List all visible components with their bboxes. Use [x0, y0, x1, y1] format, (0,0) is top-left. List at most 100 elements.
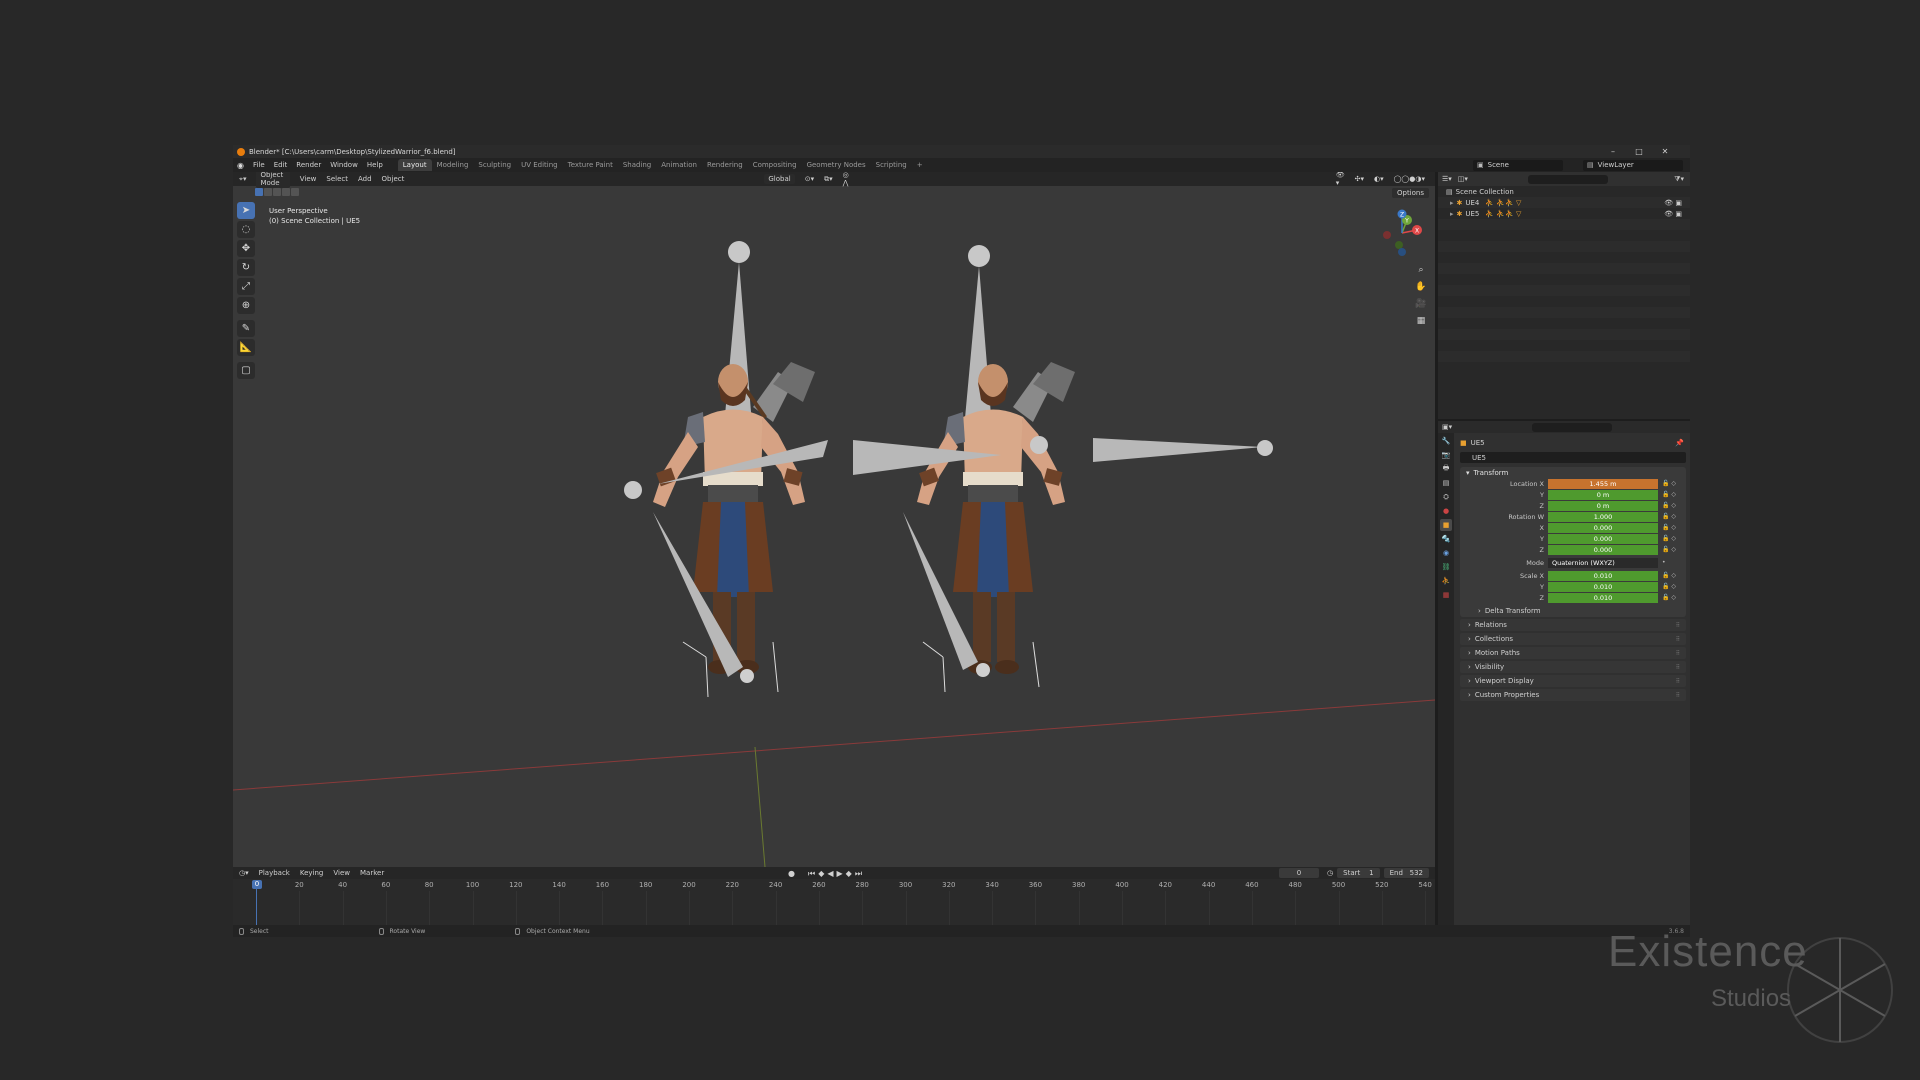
rotation-x-field[interactable]: 0.000 [1548, 522, 1658, 533]
scene-selector[interactable]: ▣ Scene [1473, 159, 1563, 171]
object-name-field[interactable]: UE5 [1460, 452, 1686, 463]
pan-hand-icon[interactable]: ✋ [1413, 279, 1429, 294]
measure-tool-icon[interactable]: 📐 [237, 339, 255, 356]
tab-scripting[interactable]: Scripting [871, 159, 912, 171]
scale-x-field[interactable]: 0.010 [1548, 570, 1658, 581]
tab-geometry-nodes[interactable]: Geometry Nodes [802, 159, 871, 171]
lock-keyframe-icon[interactable]: 🔓 ◇ [1662, 535, 1676, 542]
tab-texture-paint[interactable]: Texture Paint [563, 159, 618, 171]
annotate-tool-icon[interactable]: ✎ [237, 320, 255, 337]
location-y-field[interactable]: 0 m [1548, 489, 1658, 500]
add-cube-tool-icon[interactable]: ▢ [237, 362, 255, 379]
overlay-toggle-icon[interactable]: ◐▾ [1374, 175, 1384, 183]
drag-handle-icon[interactable]: ⠿ [1676, 636, 1680, 643]
tab-layout[interactable]: Layout [397, 159, 432, 171]
visibility-eye-icon[interactable]: 👁 ▣ [1664, 210, 1682, 218]
motion-paths-panel[interactable]: › Motion Paths ⠿ [1460, 647, 1686, 659]
play-reverse-icon[interactable]: ◀ [827, 869, 833, 879]
select-intersect-icon[interactable] [291, 188, 299, 196]
outliner-editor-icon[interactable]: ☰▾ [1442, 175, 1452, 183]
transform-orientation-dropdown[interactable]: Global [764, 174, 795, 184]
lock-keyframe-icon[interactable]: 🔓 ◇ [1662, 513, 1676, 520]
scale-tool-icon[interactable]: ⤢ [237, 278, 255, 295]
navigation-gizmo[interactable]: X Y Z [1377, 208, 1427, 258]
menu-marker[interactable]: Marker [360, 869, 384, 877]
scene-collection-row[interactable]: ▤ Scene Collection [1438, 186, 1690, 197]
physics-tab-icon[interactable]: ◉ [1440, 547, 1452, 559]
menu-view[interactable]: View [300, 175, 317, 183]
zoom-icon[interactable]: ⌕ [1413, 262, 1429, 277]
outliner-search-input[interactable] [1527, 174, 1608, 184]
record-icon[interactable]: ● [788, 869, 795, 879]
tab-shading[interactable]: Shading [618, 159, 656, 171]
visibility-icon[interactable]: 👁▾ [1336, 172, 1345, 187]
display-mode-icon[interactable]: ◫▾ [1458, 175, 1468, 183]
tab-rendering[interactable]: Rendering [702, 159, 748, 171]
lock-keyframe-icon[interactable]: 🔓 ◇ [1662, 572, 1676, 579]
frame-ruler[interactable]: 20 40 60 80 100 120 140 160 180 200 220 240 260 280 30… [233, 880, 1435, 925]
proportional-edit-icon[interactable]: ◎ ⋀ [843, 172, 851, 187]
modifier-tab-icon[interactable]: 🔩 [1440, 533, 1452, 545]
transform-tool-icon[interactable]: ⊕ [237, 297, 255, 314]
mode-dropdown[interactable]: Object Mode [256, 172, 290, 188]
select-invert-icon[interactable] [282, 188, 290, 196]
rotation-mode-dropdown[interactable]: Quaternion (WXYZ) [1548, 557, 1658, 568]
select-subtract-icon[interactable] [273, 188, 281, 196]
timeline-editor[interactable]: ◷▾ Playback Keying View Marker ● ⏮ ◆ ◀ ▶… [233, 867, 1435, 925]
viewport-display-panel[interactable]: › Viewport Display ⠿ [1460, 675, 1686, 687]
tool-tab-icon[interactable]: 🔧 [1440, 435, 1452, 447]
shading-modes-icon[interactable]: ◯◯●◑▾ [1394, 175, 1425, 183]
select-box-tool-icon[interactable]: ➤ [237, 202, 255, 219]
expand-chevron-icon[interactable]: ▸ [1450, 199, 1454, 207]
minimize-button[interactable]: – [1601, 145, 1625, 158]
camera-view-icon[interactable]: 🎥 [1413, 296, 1429, 311]
snap-icon[interactable]: ⧉▾ [824, 175, 833, 184]
scene-tab-icon[interactable]: ⛭ [1440, 491, 1452, 503]
data-tab-icon[interactable]: ⛹ [1440, 575, 1452, 587]
object-tab-icon[interactable]: ■ [1440, 519, 1452, 531]
location-z-field[interactable]: 0 m [1548, 500, 1658, 511]
visibility-eye-icon[interactable]: 👁 ▣ [1664, 199, 1682, 207]
pivot-icon[interactable]: ⊙▾ [805, 175, 814, 183]
options-button[interactable]: Options [1391, 188, 1429, 198]
end-frame-field[interactable]: End 532 [1383, 868, 1429, 878]
filter-icon[interactable]: ⧩▾ [1674, 175, 1684, 184]
constraints-tab-icon[interactable]: ⛓ [1440, 561, 1452, 573]
properties-search-input[interactable] [1532, 422, 1613, 432]
menu-timeline-view[interactable]: View [333, 869, 350, 877]
drag-handle-icon[interactable]: ⠿ [1676, 664, 1680, 671]
properties-editor-icon[interactable]: ▣▾ [1442, 423, 1452, 431]
cursor-tool-icon[interactable]: ◌ [237, 221, 255, 238]
lock-keyframe-icon[interactable]: 🔓 ◇ [1662, 491, 1676, 498]
maximize-button[interactable]: □ [1627, 145, 1651, 158]
relations-panel[interactable]: › Relations ⠿ [1460, 619, 1686, 631]
drag-handle-icon[interactable]: ⠿ [1676, 692, 1680, 699]
render-tab-icon[interactable]: 📷 [1440, 449, 1452, 461]
visibility-panel[interactable]: › Visibility ⠿ [1460, 661, 1686, 673]
menu-add[interactable]: Add [358, 175, 372, 183]
rotation-z-field[interactable]: 0.000 [1548, 544, 1658, 555]
start-frame-field[interactable]: Start 1 [1337, 868, 1380, 878]
rotate-tool-icon[interactable]: ↻ [237, 259, 255, 276]
view-layer-tab-icon[interactable]: ▤ [1440, 477, 1452, 489]
menu-window[interactable]: Window [330, 161, 358, 169]
tab-modeling[interactable]: Modeling [432, 159, 474, 171]
menu-keying[interactable]: Keying [300, 869, 324, 877]
world-tab-icon[interactable]: ● [1440, 505, 1452, 517]
gizmo-toggle-icon[interactable]: ✣▾ [1355, 175, 1364, 183]
timeline-editor-type-icon[interactable]: ◷▾ [239, 869, 249, 877]
drag-handle-icon[interactable]: ⠿ [1676, 650, 1680, 657]
lock-keyframe-icon[interactable]: 🔓 ◇ [1662, 594, 1676, 601]
collections-panel[interactable]: › Collections ⠿ [1460, 633, 1686, 645]
expand-chevron-icon[interactable]: ▸ [1450, 210, 1454, 218]
blender-menu-icon[interactable]: ◉ [237, 161, 247, 170]
rotation-y-field[interactable]: 0.000 [1548, 533, 1658, 544]
transform-panel-header[interactable]: ▾ Transform [1460, 467, 1686, 478]
output-tab-icon[interactable]: 🖶 [1440, 463, 1452, 475]
outliner-row-ue4[interactable]: ▸ ✱ UE4 ⛹ ⛹⛹ ▽ 👁 ▣ [1438, 197, 1690, 208]
move-tool-icon[interactable]: ✥ [237, 240, 255, 257]
lock-keyframe-icon[interactable]: 🔓 ◇ [1662, 502, 1676, 509]
texture-tab-icon[interactable]: ▦ [1440, 589, 1452, 601]
jump-end-icon[interactable]: ⏭ [855, 869, 862, 879]
select-extend-icon[interactable] [264, 188, 272, 196]
